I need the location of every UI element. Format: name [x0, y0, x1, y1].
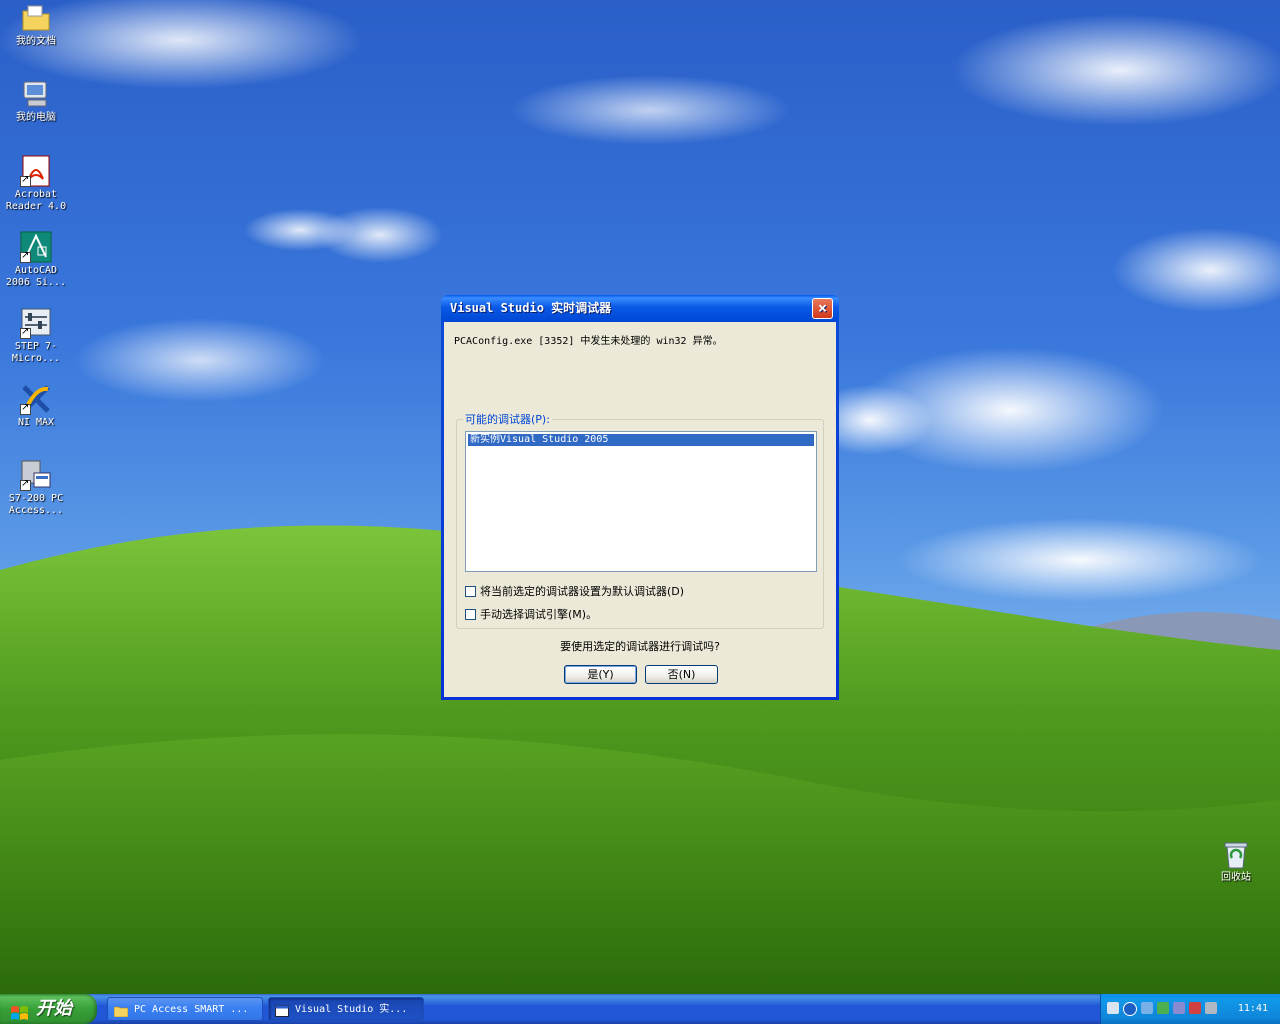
desktop-icon-step7-micro[interactable]: STEP 7-Micro...	[0, 307, 72, 365]
acrobat-icon	[20, 155, 52, 187]
ni-max-icon	[20, 383, 52, 415]
shortcut-arrow-icon	[20, 402, 31, 415]
dialog-body: PCAConfig.exe [3352] 中发生未处理的 win32 异常。 可…	[444, 322, 836, 697]
list-item[interactable]: 新实例Visual Studio 2005	[468, 434, 814, 446]
safely-remove-icon[interactable]	[1157, 1002, 1169, 1014]
close-icon: ×	[817, 299, 828, 317]
taskbar-button-label: Visual Studio 实...	[295, 1004, 408, 1015]
shortcut-arrow-icon	[20, 174, 31, 187]
desktop-icon-s7-200-pc-access[interactable]: S7-200 PC Access...	[0, 459, 72, 517]
desktop-icon-autocad[interactable]: AutoCAD 2006 Si...	[0, 231, 72, 289]
set-default-debugger-row[interactable]: 将当前选定的调试器设置为默认调试器(D)	[465, 583, 684, 599]
start-button[interactable]: 开始	[0, 994, 97, 1024]
pc-access-icon	[20, 459, 52, 491]
debugger-group-label: 可能的调试器(P):	[463, 411, 552, 427]
show-hidden-icons-chevron-icon[interactable]	[1123, 1002, 1137, 1016]
debug-question: 要使用选定的调试器进行调试吗?	[560, 640, 720, 653]
desktop-icon-label: Acrobat Reader 4.0	[5, 189, 67, 212]
close-button[interactable]: ×	[812, 298, 833, 319]
network-icon[interactable]	[1141, 1002, 1153, 1014]
system-tray: 11:41	[1100, 994, 1280, 1024]
debugger-listbox[interactable]: 新实例Visual Studio 2005	[465, 431, 817, 572]
start-label: 开始	[36, 998, 72, 1019]
desktop-icon-ni-max[interactable]: NI MAX	[0, 383, 72, 429]
window-icon	[275, 1003, 289, 1017]
desktop-icon-label: 我的电脑	[16, 112, 56, 123]
manual-engine-label: 手动选择调试引擎(M)。	[480, 608, 598, 621]
jit-debugger-dialog: Visual Studio 实时调试器 × PCAConfig.exe [335…	[441, 295, 839, 700]
step7-icon	[20, 307, 52, 339]
no-button[interactable]: 否(N)	[645, 665, 718, 684]
recycle-bin-icon	[1220, 838, 1252, 870]
manual-engine-row[interactable]: 手动选择调试引擎(M)。	[465, 606, 597, 622]
monitor-icon[interactable]	[1173, 1002, 1185, 1014]
shortcut-arrow-icon	[20, 478, 31, 491]
desktop-icon-acrobat-reader[interactable]: Acrobat Reader 4.0	[0, 155, 72, 213]
folder-icon	[113, 1003, 129, 1018]
desktop-icon-my-computer[interactable]: 我的电脑	[0, 78, 72, 124]
dialog-title: Visual Studio 实时调试器	[450, 301, 612, 315]
pen-icon[interactable]	[1205, 1002, 1217, 1014]
set-default-debugger-label: 将当前选定的调试器设置为默认调试器(D)	[480, 585, 685, 598]
shortcut-arrow-icon	[20, 250, 31, 263]
desktop-icon-my-documents[interactable]: 我的文档	[0, 2, 72, 48]
taskbar-button-visual-studio[interactable]: Visual Studio 实...	[268, 997, 424, 1021]
autocad-icon	[20, 231, 52, 263]
security-shield-icon[interactable]	[1189, 1002, 1201, 1014]
shortcut-arrow-icon	[20, 326, 31, 339]
debugger-group: 可能的调试器(P): 新实例Visual Studio 2005 将当前选定的调…	[456, 411, 824, 629]
folder-icon	[20, 2, 52, 34]
desktop-icon-label: NI MAX	[17, 417, 55, 428]
desktop-icon-label: STEP 7-Micro...	[11, 341, 61, 364]
taskbar-button-label: PC Access SMART ...	[134, 1004, 249, 1015]
dialog-titlebar[interactable]: Visual Studio 实时调试器 ×	[444, 295, 836, 322]
exception-message: PCAConfig.exe [3352] 中发生未处理的 win32 异常。	[454, 336, 723, 347]
desktop-icon-label: 我的文档	[16, 36, 56, 47]
clock[interactable]: 11:41	[1238, 994, 1268, 1024]
keyboard-icon[interactable]	[1107, 1002, 1119, 1014]
taskbar: 开始 PC Access SMART ... Visual Studio 实..…	[0, 994, 1280, 1024]
desktop-icon-label: 回收站	[1221, 872, 1251, 883]
computer-icon	[20, 78, 52, 110]
set-default-debugger-checkbox[interactable]	[465, 585, 476, 597]
manual-engine-checkbox[interactable]	[465, 608, 476, 620]
yes-button[interactable]: 是(Y)	[564, 665, 637, 684]
windows-logo-icon	[10, 1001, 28, 1020]
desktop-icon-label: AutoCAD 2006 Si...	[5, 265, 67, 288]
desktop-icon-recycle-bin[interactable]: 回收站	[1200, 838, 1272, 884]
taskbar-button-pc-access[interactable]: PC Access SMART ...	[107, 997, 263, 1021]
desktop-icon-label: S7-200 PC Access...	[8, 493, 64, 516]
